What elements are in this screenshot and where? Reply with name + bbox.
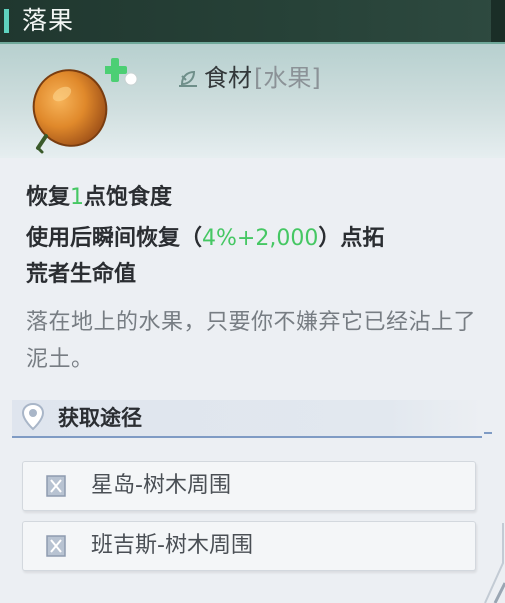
map-icon xyxy=(46,475,66,497)
category-label: 食材 xyxy=(204,64,252,92)
item-description: 落在地上的水果，只要你不嫌弃它已经沾上了泥土。 xyxy=(26,310,477,372)
source-item-label: 班吉斯-树木周围 xyxy=(91,533,253,558)
source-item-label: 星岛-树木周围 xyxy=(91,473,231,498)
health-plus-icon xyxy=(105,58,138,86)
source-item-star-island[interactable]: 星岛-树木周围 xyxy=(22,461,476,511)
effect-heal-value: 4%+2,000 xyxy=(202,226,319,251)
fruit-icon xyxy=(32,69,108,154)
effect-heal-prefix: 使用后瞬间恢复（ xyxy=(26,226,203,251)
effect-satiety-suffix: 点饱食度 xyxy=(84,185,173,210)
effect-satiety-value: 1 xyxy=(70,185,85,210)
title-bar: 落果 xyxy=(0,0,505,44)
sources-header-tick xyxy=(484,432,492,434)
food-category-icon xyxy=(179,70,197,87)
effect-satiety-prefix: 恢复 xyxy=(26,185,71,210)
item-name: 落果 xyxy=(22,6,75,35)
item-category: 食材[水果] xyxy=(204,62,321,94)
location-pin-icon xyxy=(21,402,45,431)
corner-decoration xyxy=(484,523,505,603)
subcategory-label: [水果] xyxy=(254,64,321,92)
effect-satiety: 恢复1点饱食度 xyxy=(26,181,172,215)
effect-heal: 使用后瞬间恢复（4%+2,000）点拓 xyxy=(26,222,384,256)
sources-title: 获取途径 xyxy=(58,406,142,430)
title-corner-decoration xyxy=(491,0,505,42)
effect-heal-continued: 荒者生命值 xyxy=(26,262,137,287)
effect-heal-suffix: ）点拓 xyxy=(318,226,385,251)
map-icon xyxy=(46,535,66,557)
title-accent-bar xyxy=(4,9,9,33)
source-item-banges[interactable]: 班吉斯-树木周围 xyxy=(22,521,476,571)
